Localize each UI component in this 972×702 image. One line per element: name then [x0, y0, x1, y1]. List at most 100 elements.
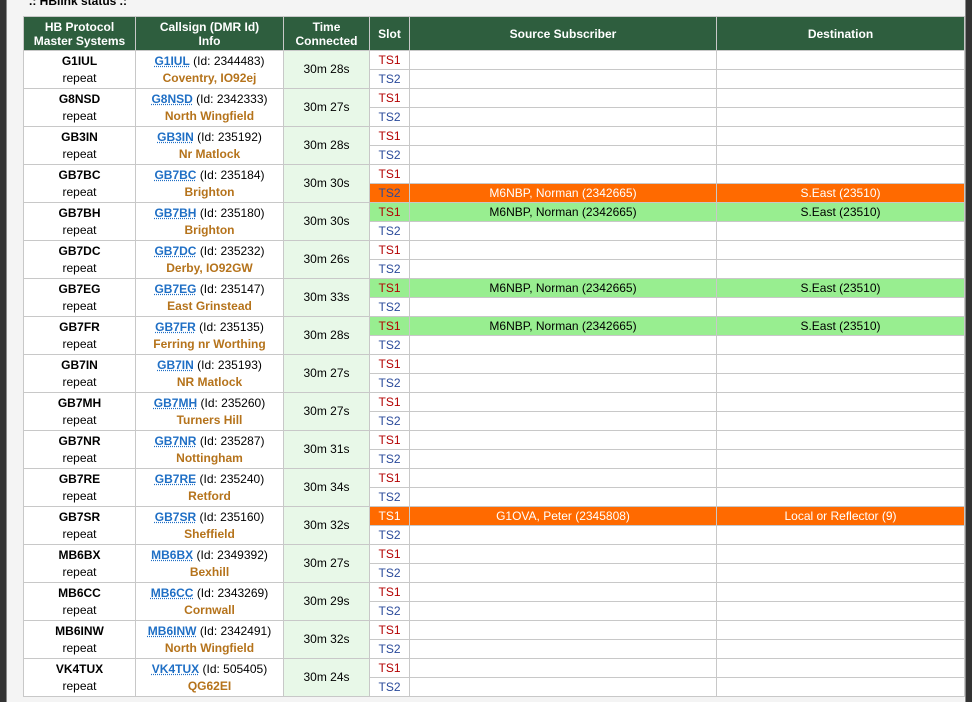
- dmr-id: (Id: 235193): [197, 357, 262, 372]
- destination: [716, 487, 965, 507]
- callsign-link[interactable]: G1IUL: [154, 54, 189, 68]
- destination: Local or Reflector (9): [716, 506, 965, 526]
- system-mode: repeat: [62, 564, 97, 579]
- callsign-link[interactable]: GB7EG: [154, 282, 196, 296]
- destination: [716, 601, 965, 621]
- system-mode: repeat: [62, 260, 97, 275]
- source-subscriber: [409, 582, 717, 602]
- info-cell: GB7DC (Id: 235232) Derby, IO92GW: [135, 240, 284, 279]
- dmr-id: (Id: 235287): [199, 433, 265, 448]
- callsign-link[interactable]: GB7BC: [154, 168, 196, 182]
- callsign-link[interactable]: MB6BX: [151, 548, 193, 562]
- location: Retford: [188, 488, 231, 503]
- slot-label: TS2: [369, 69, 410, 89]
- callsign-link[interactable]: GB3IN: [157, 130, 194, 144]
- table-row: MB6INW repeat MB6INW (Id: 2342491) North…: [23, 620, 965, 659]
- time-connected: 30m 33s: [283, 278, 370, 317]
- location: North Wingfield: [164, 108, 255, 123]
- time-connected: 30m 30s: [283, 202, 370, 241]
- slot-label: TS2: [369, 449, 410, 469]
- col-header-source: Source Subscriber: [409, 16, 717, 51]
- callsign-link[interactable]: G8NSD: [151, 92, 192, 106]
- time-connected: 30m 30s: [283, 164, 370, 203]
- col-header-slot: Slot: [369, 16, 410, 51]
- system-cell: GB7EG repeat: [23, 278, 136, 317]
- table-row: GB7FR repeat GB7FR (Id: 235135) Ferring …: [23, 316, 965, 355]
- callsign-link[interactable]: GB7RE: [155, 472, 196, 486]
- destination: [716, 107, 965, 127]
- system-cell: GB7BC repeat: [23, 164, 136, 203]
- location: Turners Hill: [176, 412, 243, 427]
- destination: [716, 164, 965, 184]
- source-subscriber: [409, 677, 717, 697]
- time-connected: 30m 27s: [283, 354, 370, 393]
- info-cell: G1IUL (Id: 2344483) Coventry, IO92ej: [135, 50, 284, 89]
- dmr-id: (Id: 2342333): [196, 91, 268, 106]
- destination: [716, 297, 965, 317]
- info-cell: GB3IN (Id: 235192) Nr Matlock: [135, 126, 284, 165]
- system-cell: G8NSD repeat: [23, 88, 136, 127]
- source-subscriber: M6NBP, Norman (2342665): [409, 202, 717, 222]
- callsign-link[interactable]: GB7IN: [157, 358, 194, 372]
- system-name: G8NSD: [58, 91, 101, 106]
- table-row: GB7NR repeat GB7NR (Id: 235287) Nottingh…: [23, 430, 965, 469]
- system-cell: GB7NR repeat: [23, 430, 136, 469]
- status-table: HB Protocol Master Systems Callsign (DMR …: [23, 16, 965, 697]
- system-cell: MB6INW repeat: [23, 620, 136, 659]
- callsign-link[interactable]: MB6INW: [148, 624, 197, 638]
- table-row: GB7BH repeat GB7BH (Id: 235180) Brighton…: [23, 202, 965, 241]
- source-subscriber: [409, 145, 717, 165]
- location: Ferring nr Worthing: [153, 336, 266, 351]
- source-subscriber: [409, 69, 717, 89]
- slot-label: TS2: [369, 677, 410, 697]
- info-cell: VK4TUX (Id: 505405) QG62EI: [135, 658, 284, 697]
- callsign-link[interactable]: MB6CC: [151, 586, 194, 600]
- dmr-id: (Id: 2343269): [196, 585, 269, 600]
- system-mode: repeat: [62, 488, 97, 503]
- location: Nottingham: [176, 450, 243, 465]
- system-cell: GB7MH repeat: [23, 392, 136, 431]
- source-subscriber: [409, 373, 717, 393]
- dmr-id: (Id: 235240): [199, 471, 265, 486]
- system-mode: repeat: [62, 108, 97, 123]
- slot-label: TS1: [369, 50, 410, 70]
- location: Bexhill: [189, 564, 230, 579]
- system-mode: repeat: [62, 336, 97, 351]
- callsign-link[interactable]: GB7FR: [155, 320, 196, 334]
- system-cell: GB7BH repeat: [23, 202, 136, 241]
- system-name: GB7RE: [58, 471, 101, 486]
- callsign-link[interactable]: VK4TUX: [152, 662, 199, 676]
- location: East Grinstead: [167, 298, 252, 313]
- system-cell: GB7DC repeat: [23, 240, 136, 279]
- time-connected: 30m 32s: [283, 620, 370, 659]
- source-subscriber: [409, 411, 717, 431]
- destination: [716, 373, 965, 393]
- status-panel: .: HBlink status .: HB Protocol Master Sy…: [6, 0, 966, 702]
- system-mode: repeat: [62, 70, 97, 85]
- location: Brighton: [184, 184, 235, 199]
- slot-label: TS2: [369, 525, 410, 545]
- slot-label: TS2: [369, 335, 410, 355]
- table-row: GB7SR repeat GB7SR (Id: 235160) Sheffiel…: [23, 506, 965, 545]
- slot-label: TS1: [369, 126, 410, 146]
- destination: S.East (23510): [716, 316, 965, 336]
- source-subscriber: M6NBP, Norman (2342665): [409, 316, 717, 336]
- callsign-link[interactable]: GB7BH: [154, 206, 196, 220]
- source-subscriber: [409, 335, 717, 355]
- source-subscriber: [409, 297, 717, 317]
- destination: [716, 411, 965, 431]
- system-name: GB7IN: [61, 357, 98, 372]
- destination: [716, 563, 965, 583]
- slot-label: TS1: [369, 278, 410, 298]
- system-cell: GB7SR repeat: [23, 506, 136, 545]
- source-subscriber: [409, 544, 717, 564]
- callsign-link[interactable]: GB7NR: [154, 434, 196, 448]
- destination: S.East (23510): [716, 183, 965, 203]
- time-connected: 30m 24s: [283, 658, 370, 697]
- callsign-link[interactable]: GB7SR: [155, 510, 196, 524]
- location: Coventry, IO92ej: [162, 70, 257, 85]
- callsign-link[interactable]: GB7MH: [154, 396, 197, 410]
- destination: [716, 145, 965, 165]
- callsign-link[interactable]: GB7DC: [154, 244, 196, 258]
- system-mode: repeat: [62, 298, 97, 313]
